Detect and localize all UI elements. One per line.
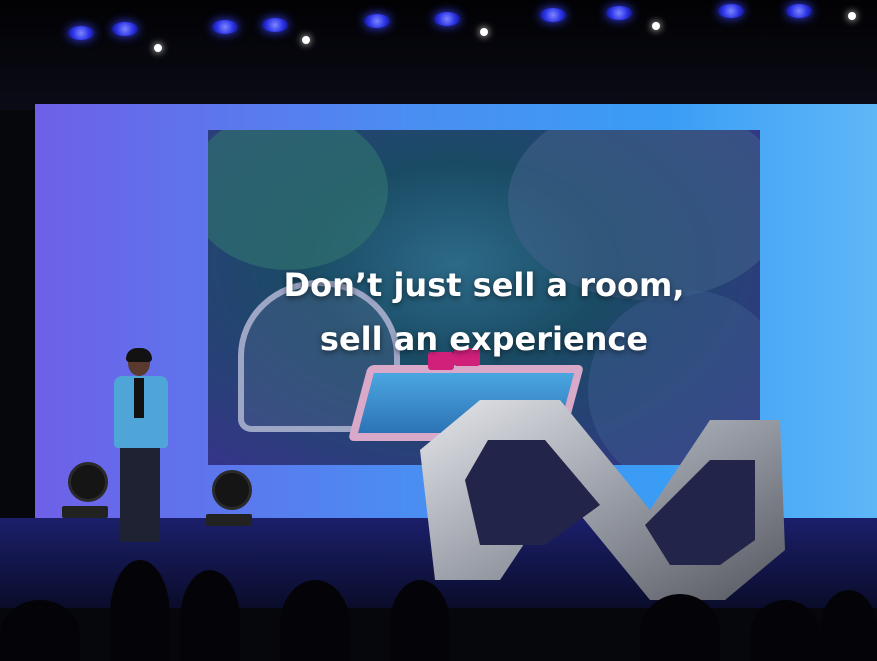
audience-head [180, 570, 240, 661]
stage-light-icon [206, 470, 252, 530]
blue-ceiling-light [68, 26, 94, 40]
blue-ceiling-light [718, 4, 744, 18]
audience-head [640, 594, 720, 661]
blue-ceiling-light [212, 20, 238, 34]
audience-head [820, 590, 877, 661]
blue-ceiling-light [540, 8, 566, 22]
white-spot-light [848, 12, 856, 20]
presenter [108, 348, 172, 548]
white-spot-light [154, 44, 162, 52]
slide-caption-line-2: sell an experience [319, 320, 649, 358]
stage-light-head [68, 462, 108, 502]
slide-caption-line-1: Don’t just sell a room, [283, 266, 685, 304]
stage-light-icon [62, 462, 108, 522]
blue-ceiling-light [434, 12, 460, 26]
ceiling-lighting-truss [0, 0, 877, 110]
blue-ceiling-light [606, 6, 632, 20]
white-spot-light [480, 28, 488, 36]
logo-right-hole [645, 460, 755, 565]
stage-light-base [206, 514, 252, 526]
white-spot-light [652, 22, 660, 30]
audience-silhouettes [0, 560, 877, 661]
white-spot-light [302, 36, 310, 44]
presenter-trousers [120, 446, 160, 542]
audience-head [390, 580, 450, 661]
stage-light-base [62, 506, 108, 518]
stage-light-head [212, 470, 252, 510]
blue-ceiling-light [364, 14, 390, 28]
presenter-hair [126, 348, 152, 362]
blue-ceiling-light [786, 4, 812, 18]
blue-ceiling-light [112, 22, 138, 36]
audience-head [750, 600, 820, 661]
audience-head [280, 580, 350, 661]
forest-canopy [208, 130, 388, 270]
audience-head [0, 600, 80, 661]
presenter-shirt [134, 378, 144, 418]
audience-head [110, 560, 170, 661]
conference-stage-scene: Don’t just sell a room, sell an experien… [0, 0, 877, 661]
blue-ceiling-light [262, 18, 288, 32]
